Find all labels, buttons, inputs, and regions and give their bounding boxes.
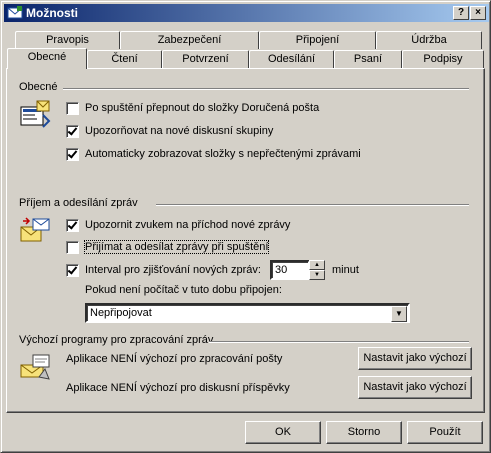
options-dialog: Možnosti ? × Pravopis Zabezpečení Připoj… bbox=[0, 0, 491, 453]
offline-select-value: Nepřipojovat bbox=[90, 307, 152, 319]
option-check-interval-checkbox[interactable] bbox=[66, 264, 79, 277]
set-default-mail-button[interactable]: Nastavit jako výchozí bbox=[358, 347, 472, 370]
tab-podpisy[interactable]: Podpisy bbox=[402, 50, 484, 68]
option-sound-new-mail-checkbox[interactable] bbox=[66, 219, 79, 232]
title-bar[interactable]: Možnosti ? × bbox=[4, 4, 489, 22]
tab-zabezpeceni[interactable]: Zabezpečení bbox=[120, 31, 259, 49]
tab-udrzba[interactable]: Údržba bbox=[376, 31, 482, 49]
help-button[interactable]: ? bbox=[453, 6, 469, 20]
news-default-status: Aplikace NENÍ výchozí pro diskusní přísp… bbox=[66, 382, 290, 394]
interval-spinner[interactable]: ▲ ▼ bbox=[309, 260, 325, 280]
separator bbox=[209, 341, 469, 343]
option-show-unread-label[interactable]: Automaticky zobrazovat složky s nepřečte… bbox=[85, 148, 361, 160]
spin-down-icon[interactable]: ▼ bbox=[309, 270, 325, 280]
tab-cteni[interactable]: Čtení bbox=[87, 50, 162, 68]
ok-button[interactable]: OK bbox=[245, 421, 321, 444]
tab-pripojeni[interactable]: Připojení bbox=[259, 31, 376, 49]
interval-unit: minut bbox=[332, 264, 359, 276]
chevron-down-icon[interactable]: ▼ bbox=[391, 306, 407, 322]
cancel-button[interactable]: Storno bbox=[326, 421, 402, 444]
option-switch-inbox-checkbox[interactable] bbox=[66, 102, 79, 115]
section-title-general: Obecné bbox=[19, 81, 58, 93]
mail-default-status: Aplikace NENÍ výchozí pro zpracování poš… bbox=[66, 353, 283, 365]
option-notify-newsgroups-checkbox[interactable] bbox=[66, 125, 79, 138]
separator bbox=[156, 204, 469, 206]
offline-label: Pokud není počítač v tuto dobu připojen: bbox=[85, 284, 282, 296]
tab-pravopis[interactable]: Pravopis bbox=[15, 31, 120, 49]
interval-input[interactable]: 30 bbox=[270, 260, 310, 280]
option-sound-new-mail-label[interactable]: Upozornit zvukem na příchod nové zprávy bbox=[85, 219, 290, 231]
tab-potvrzeni[interactable]: Potvrzení bbox=[162, 50, 249, 68]
apply-button[interactable]: Použít bbox=[407, 421, 483, 444]
default-programs-icon bbox=[20, 354, 50, 380]
option-notify-newsgroups-label[interactable]: Upozorňovat na nové diskusní skupiny bbox=[85, 125, 273, 137]
send-receive-icon bbox=[20, 217, 50, 242]
option-send-receive-startup-label[interactable]: Přijímat a odesílat zprávy při spuštění bbox=[83, 240, 270, 254]
section-title-send-receive: Příjem a odesílání zpráv bbox=[19, 197, 138, 209]
separator bbox=[63, 88, 469, 90]
tab-odesilani[interactable]: Odesílání bbox=[249, 50, 334, 68]
option-send-receive-startup-checkbox[interactable] bbox=[66, 241, 79, 254]
tab-obecne[interactable]: Obecné bbox=[7, 48, 87, 69]
set-default-news-button[interactable]: Nastavit jako výchozí bbox=[358, 376, 472, 399]
option-switch-inbox-label[interactable]: Po spuštění přepnout do složky Doručená … bbox=[85, 102, 319, 114]
offline-select[interactable]: Nepřipojovat ▼ bbox=[85, 303, 410, 323]
spin-up-icon[interactable]: ▲ bbox=[309, 260, 325, 270]
outlook-express-icon bbox=[7, 6, 23, 19]
tab-psani[interactable]: Psaní bbox=[334, 50, 402, 68]
close-button[interactable]: × bbox=[470, 6, 486, 20]
folder-mail-icon bbox=[20, 100, 51, 128]
section-title-defaults: Výchozí programy pro zpracování zpráv bbox=[19, 334, 214, 346]
option-check-interval-label[interactable]: Interval pro zjišťování nových zpráv: bbox=[85, 264, 261, 276]
window-title: Možnosti bbox=[26, 6, 78, 20]
option-show-unread-checkbox[interactable] bbox=[66, 148, 79, 161]
